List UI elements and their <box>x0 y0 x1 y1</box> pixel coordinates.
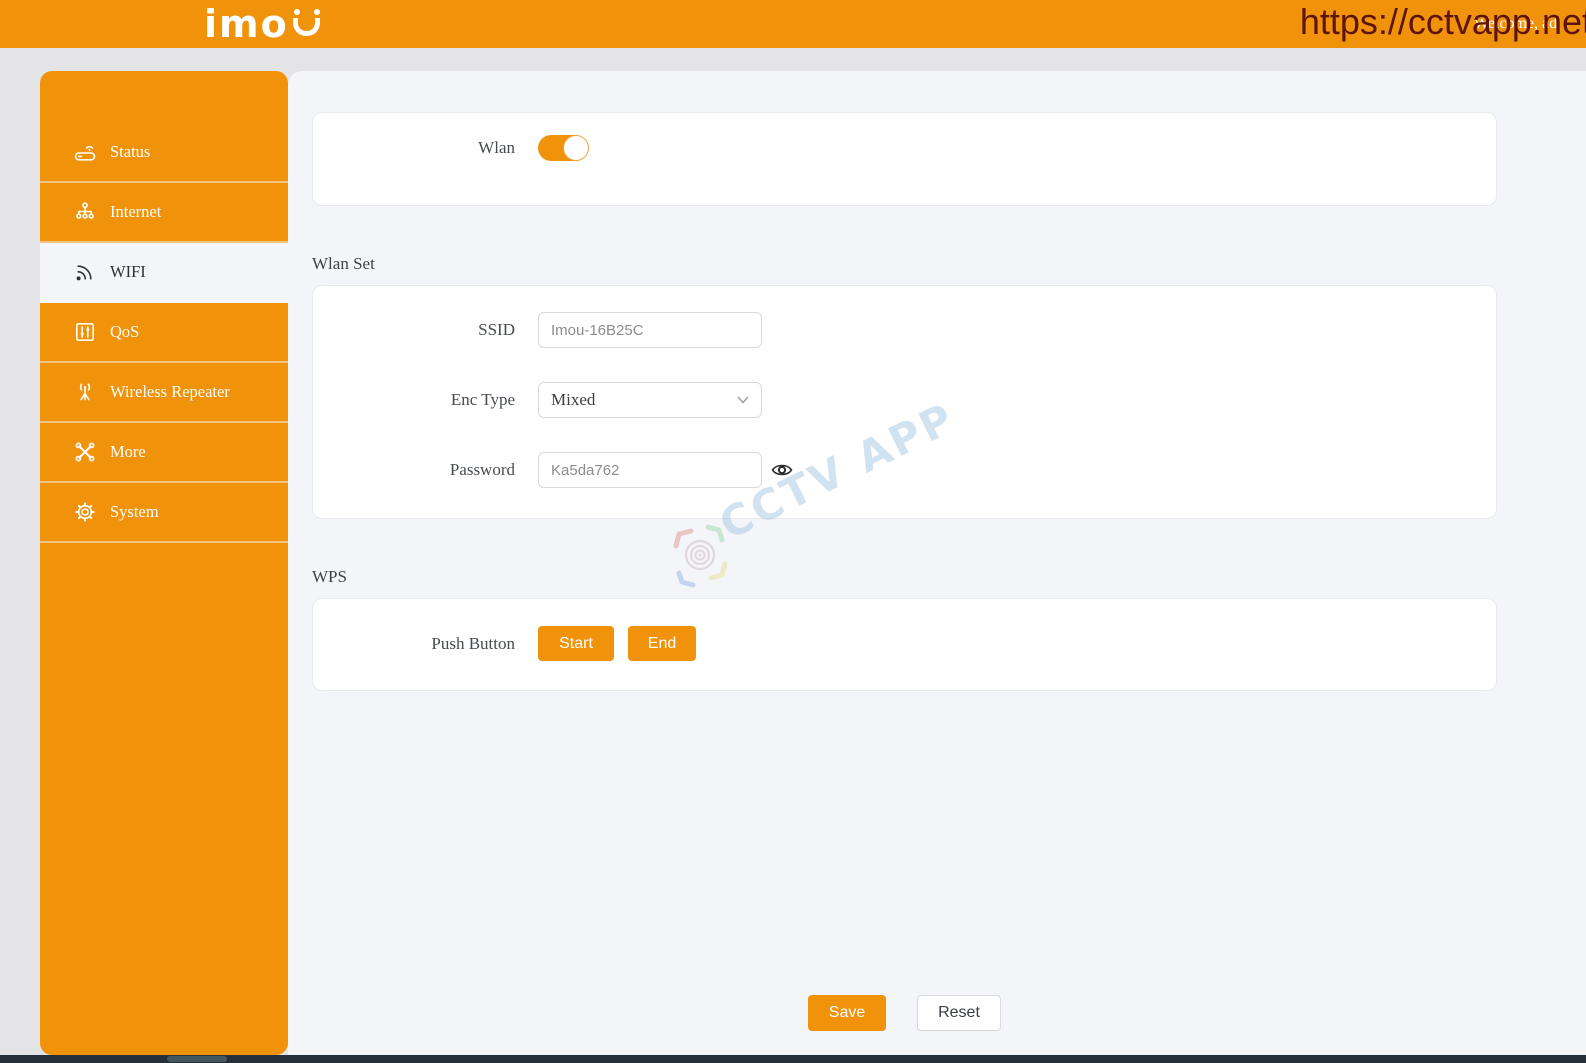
sidebar-item-wifi[interactable]: WIFI <box>40 243 288 303</box>
top-bar: imo Welcome, ad <box>0 0 1586 48</box>
logo-u-icon <box>292 6 321 42</box>
wifi-icon <box>74 261 96 283</box>
sidebar-item-label: System <box>110 502 159 521</box>
router-icon <box>74 141 96 163</box>
reset-button[interactable]: Reset <box>917 995 1001 1031</box>
wlan-set-heading: Wlan Set <box>312 254 375 273</box>
eye-icon[interactable] <box>771 459 793 481</box>
enc-type-label: Enc Type <box>450 390 515 409</box>
horizontal-scrollbar[interactable] <box>0 1055 1586 1063</box>
sidebar-item-qos[interactable]: QoS <box>40 303 288 363</box>
wps-card: Push Button Start End <box>312 598 1497 691</box>
chevron-down-icon <box>735 392 751 408</box>
wps-start-button[interactable]: Start <box>538 626 614 661</box>
sidebar-item-status[interactable]: Status <box>40 123 288 183</box>
network-tree-icon <box>74 201 96 223</box>
sidebar-item-label: QoS <box>110 322 140 341</box>
wlan-set-card: SSID Enc Type Mixed Password <box>312 285 1497 519</box>
password-label: Password <box>449 460 515 479</box>
sidebar-item-label: WIFI <box>110 262 146 281</box>
antenna-icon <box>74 381 96 403</box>
gear-icon <box>74 501 96 523</box>
enc-type-select[interactable]: Mixed <box>538 382 762 418</box>
save-button[interactable]: Save <box>808 995 886 1031</box>
enc-type-value: Mixed <box>551 390 596 409</box>
ssid-input[interactable] <box>538 312 762 348</box>
password-input[interactable] <box>538 452 762 488</box>
push-button-label: Push Button <box>431 633 515 653</box>
sidebar-item-label: Wireless Repeater <box>110 382 230 401</box>
main-panel: Wlan Wlan Set SSID Enc Type Mixed Pass <box>288 71 1586 1055</box>
horizontal-scrollbar-thumb[interactable] <box>167 1056 227 1062</box>
sidebar: Status Internet WIFI QoS Wireless Repeat… <box>40 71 288 1055</box>
sidebar-item-more[interactable]: More <box>40 423 288 483</box>
wps-heading: WPS <box>312 567 347 586</box>
imou-logo: imo <box>204 2 321 46</box>
sidebar-item-label: Status <box>110 142 151 161</box>
sliders-icon <box>74 321 96 343</box>
wlan-card: Wlan <box>312 112 1497 206</box>
welcome-text: Welcome, ad <box>1474 15 1558 32</box>
crossed-tools-icon <box>74 441 96 463</box>
wlan-label: Wlan <box>478 138 515 157</box>
wps-end-button[interactable]: End <box>628 626 696 661</box>
sidebar-item-label: More <box>110 442 146 461</box>
form-actions: Save Reset <box>312 995 1497 1031</box>
ssid-label: SSID <box>478 320 515 339</box>
sidebar-item-wireless-repeater[interactable]: Wireless Repeater <box>40 363 288 423</box>
logo-text: imo <box>204 2 289 46</box>
sidebar-item-system[interactable]: System <box>40 483 288 543</box>
wlan-toggle[interactable] <box>538 135 589 161</box>
sidebar-item-internet[interactable]: Internet <box>40 183 288 243</box>
sidebar-item-label: Internet <box>110 202 162 221</box>
